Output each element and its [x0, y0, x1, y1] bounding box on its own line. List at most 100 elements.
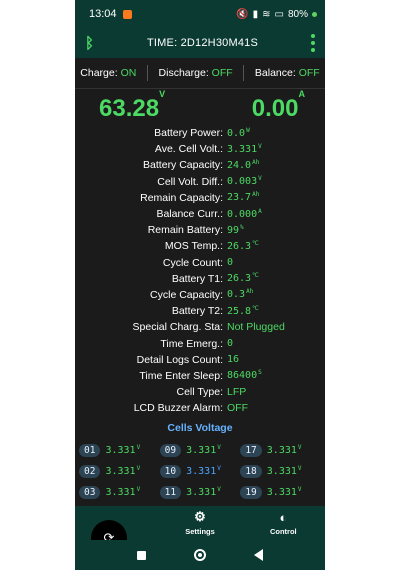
info-unit: Ah [252, 191, 260, 199]
info-value: 25.8℃ [227, 304, 259, 317]
cell-number-badge: 18 [240, 465, 262, 479]
info-row: MOS Temp.: 26.3℃ [75, 238, 325, 254]
cell-voltage-value: 3.331V [186, 486, 221, 499]
cell-voltage-value: 3.331V [267, 465, 302, 477]
info-value: 0.000A [227, 207, 262, 220]
cell-voltage-item: 17 3.331V [240, 443, 321, 458]
info-value-number: 26.3 [227, 240, 252, 252]
info-unit: V [258, 142, 262, 150]
info-value: 86400S [227, 369, 262, 382]
info-value-number: 86400 [227, 370, 258, 382]
battery-icon: ▭ [274, 8, 284, 20]
info-label: Cycle Capacity: [150, 288, 223, 301]
info-row: Battery T2: 25.8℃ [75, 303, 325, 319]
more-options-icon[interactable] [310, 34, 315, 52]
cell-voltage-number: 3.331 [186, 487, 217, 499]
recents-icon[interactable] [137, 550, 146, 560]
info-row: Battery Power: 0.0W [75, 125, 325, 141]
info-label: Battery T2: [171, 305, 223, 318]
battery-percent: 80% [287, 8, 308, 20]
tab-control[interactable]: ◐ Control [248, 510, 318, 536]
info-value: 0.0W [227, 127, 250, 139]
cell-voltage-number: 3.331 [105, 487, 136, 499]
cell-voltage-value: 3.331V [186, 444, 221, 457]
info-value-number: 0.0 [227, 127, 246, 139]
cell-voltage-item: 19 3.331V [240, 485, 321, 500]
cell-voltage-unit: V [217, 486, 221, 494]
system-navigation-bar [75, 540, 325, 570]
info-row: Cycle Capacity: 0.3Ah [75, 287, 325, 303]
info-unit: Ah [252, 158, 260, 166]
control-label: Control [269, 527, 297, 536]
balance-value: OFF [298, 67, 320, 79]
settings-label: Settings [185, 527, 215, 536]
cell-number-badge: 09 [159, 444, 182, 458]
discharge-value: OFF [211, 67, 233, 79]
cell-voltage-item: 10 3.331V [159, 464, 241, 479]
info-row: Battery Capacity: 24.0Ah [75, 157, 325, 173]
info-label: Time Enter Sleep: [139, 369, 223, 382]
cell-voltage-item: 02 3.331V [79, 464, 160, 479]
info-row: Ave. Cell Volt.: 3.331V [75, 141, 325, 157]
divider [146, 65, 148, 81]
cell-voltage-number: 3.331 [266, 445, 297, 457]
tab-settings[interactable]: ⚙ Settings [165, 509, 235, 536]
info-value-number: 0.3 [227, 289, 246, 301]
info-unit: ℃ [252, 239, 259, 247]
balance-status[interactable]: Balance: OFF [255, 67, 320, 79]
mute-icon: 🔇 [236, 8, 249, 20]
info-label: Remain Battery: [147, 224, 223, 237]
info-unit: V [258, 175, 262, 183]
info-unit: ℃ [252, 304, 259, 312]
cell-number-badge: 03 [79, 486, 101, 500]
info-value-number: 23.7 [227, 192, 252, 204]
info-row: LCD Buzzer Alarm: OFF [75, 400, 325, 416]
info-row: Cycle Count: 0 [75, 255, 325, 271]
discharge-status[interactable]: Discharge: OFF [159, 67, 233, 79]
cell-voltage-unit: V [136, 465, 141, 473]
signal-icon: ▮ [252, 8, 259, 20]
cell-number-badge: 11 [159, 486, 182, 500]
home-icon[interactable] [194, 549, 206, 561]
info-label: Battery T1: [171, 272, 223, 285]
info-value: 23.7Ah [227, 191, 260, 204]
cell-voltage-unit: V [217, 444, 221, 452]
info-value: 3.331V [227, 142, 262, 155]
main-readings: 63.28V 0.00A [75, 89, 325, 123]
info-value: 0 [227, 338, 234, 349]
info-label: Cycle Count: [162, 256, 223, 269]
charge-status[interactable]: Charge: ON [80, 67, 136, 79]
info-row: Time Enter Sleep: 86400S [75, 368, 325, 384]
back-icon[interactable] [254, 549, 263, 561]
info-row: Remain Capacity: 23.7Ah [75, 190, 325, 206]
divider [243, 65, 245, 81]
info-label: Cell Volt. Diff.: [157, 175, 223, 188]
cell-voltage-unit: V [136, 486, 141, 494]
cell-voltage-number: 3.331 [186, 445, 217, 457]
info-value-number: Not Plugged [227, 321, 285, 334]
cell-number-badge: 17 [240, 444, 262, 458]
info-unit: A [258, 207, 262, 215]
cell-voltage-number: 3.331 [266, 487, 297, 499]
cell-voltage-value: 3.331V [105, 465, 141, 477]
info-value-number: LFP [227, 386, 247, 399]
info-label: Time Emerg.: [160, 337, 223, 350]
info-unit: Ah [246, 288, 254, 296]
info-row: Remain Battery: 99% [75, 222, 325, 238]
cell-voltage-value: 3.331V [186, 465, 221, 477]
info-value-number: 0.000 [227, 208, 258, 220]
cell-voltage-item: 11 3.331V [159, 485, 241, 500]
info-value-number: 0 [227, 257, 234, 269]
info-row: Balance Curr.: 0.000A [75, 206, 325, 222]
cell-voltage-value: 3.331V [105, 444, 140, 457]
cell-voltage-number: 3.331 [105, 445, 136, 457]
info-row: Cell Volt. Diff.: 0.003V [75, 174, 325, 190]
total-voltage-value: 63.28 [99, 95, 160, 122]
info-label: MOS Temp.: [164, 240, 223, 253]
cell-number-badge: 19 [240, 486, 262, 500]
info-list: Battery Power: 0.0W Ave. Cell Volt.: 3.331V… [75, 125, 325, 416]
app-notification-icon [122, 9, 132, 19]
bluetooth-icon[interactable]: ᛒ [85, 35, 94, 52]
charge-label: Charge: [80, 67, 118, 79]
info-row: Time Emerg.: 0 [75, 335, 325, 351]
